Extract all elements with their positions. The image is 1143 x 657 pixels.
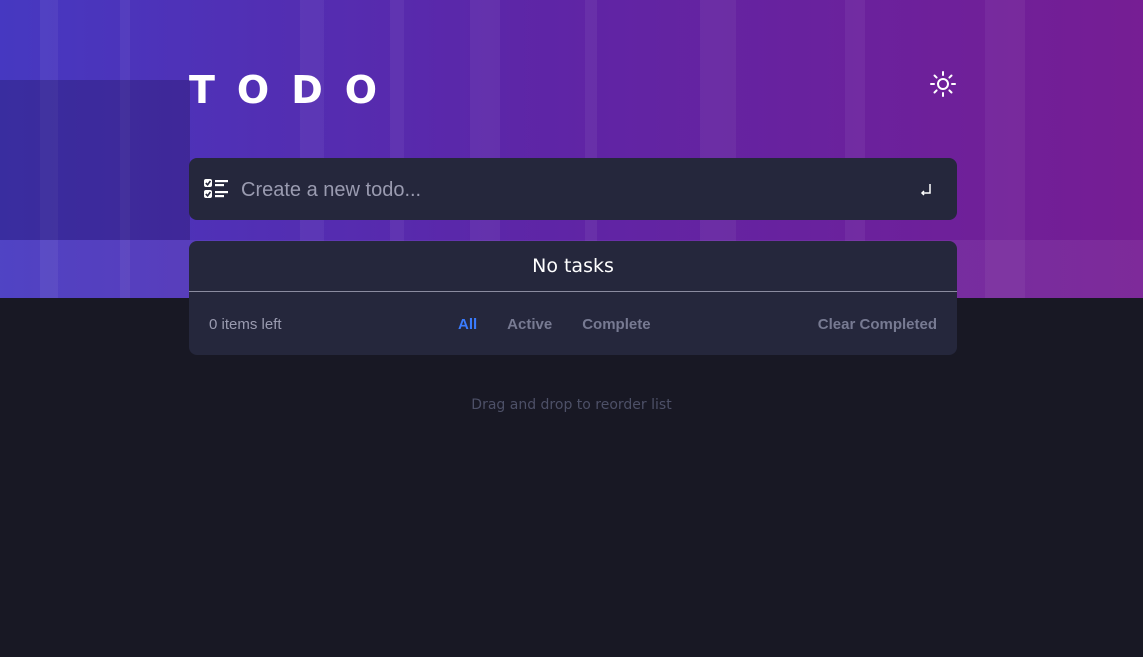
filter-active[interactable]: Active bbox=[507, 316, 552, 333]
reorder-hint: Drag and drop to reorder list bbox=[471, 397, 672, 413]
filter-group: All Active Complete bbox=[458, 316, 651, 333]
clear-completed-button[interactable]: Clear Completed bbox=[818, 316, 937, 333]
app-header: TODO bbox=[189, 62, 957, 118]
enter-icon[interactable] bbox=[919, 182, 933, 196]
filter-all[interactable]: All bbox=[458, 316, 477, 333]
todo-list-card: No tasks 0 items left All Active Complet… bbox=[189, 241, 957, 355]
sun-icon bbox=[930, 71, 956, 97]
theme-toggle-button[interactable] bbox=[929, 70, 957, 98]
checklist-icon bbox=[204, 179, 228, 198]
empty-state-row: No tasks bbox=[189, 241, 957, 292]
empty-state-text: No tasks bbox=[532, 255, 614, 277]
items-left-count: 0 items left bbox=[209, 316, 282, 333]
app-title: TODO bbox=[189, 68, 400, 112]
filter-complete[interactable]: Complete bbox=[582, 316, 650, 333]
new-todo-input[interactable] bbox=[239, 172, 883, 208]
list-footer: 0 items left All Active Complete Clear C… bbox=[189, 292, 957, 355]
new-todo-card bbox=[189, 158, 957, 220]
